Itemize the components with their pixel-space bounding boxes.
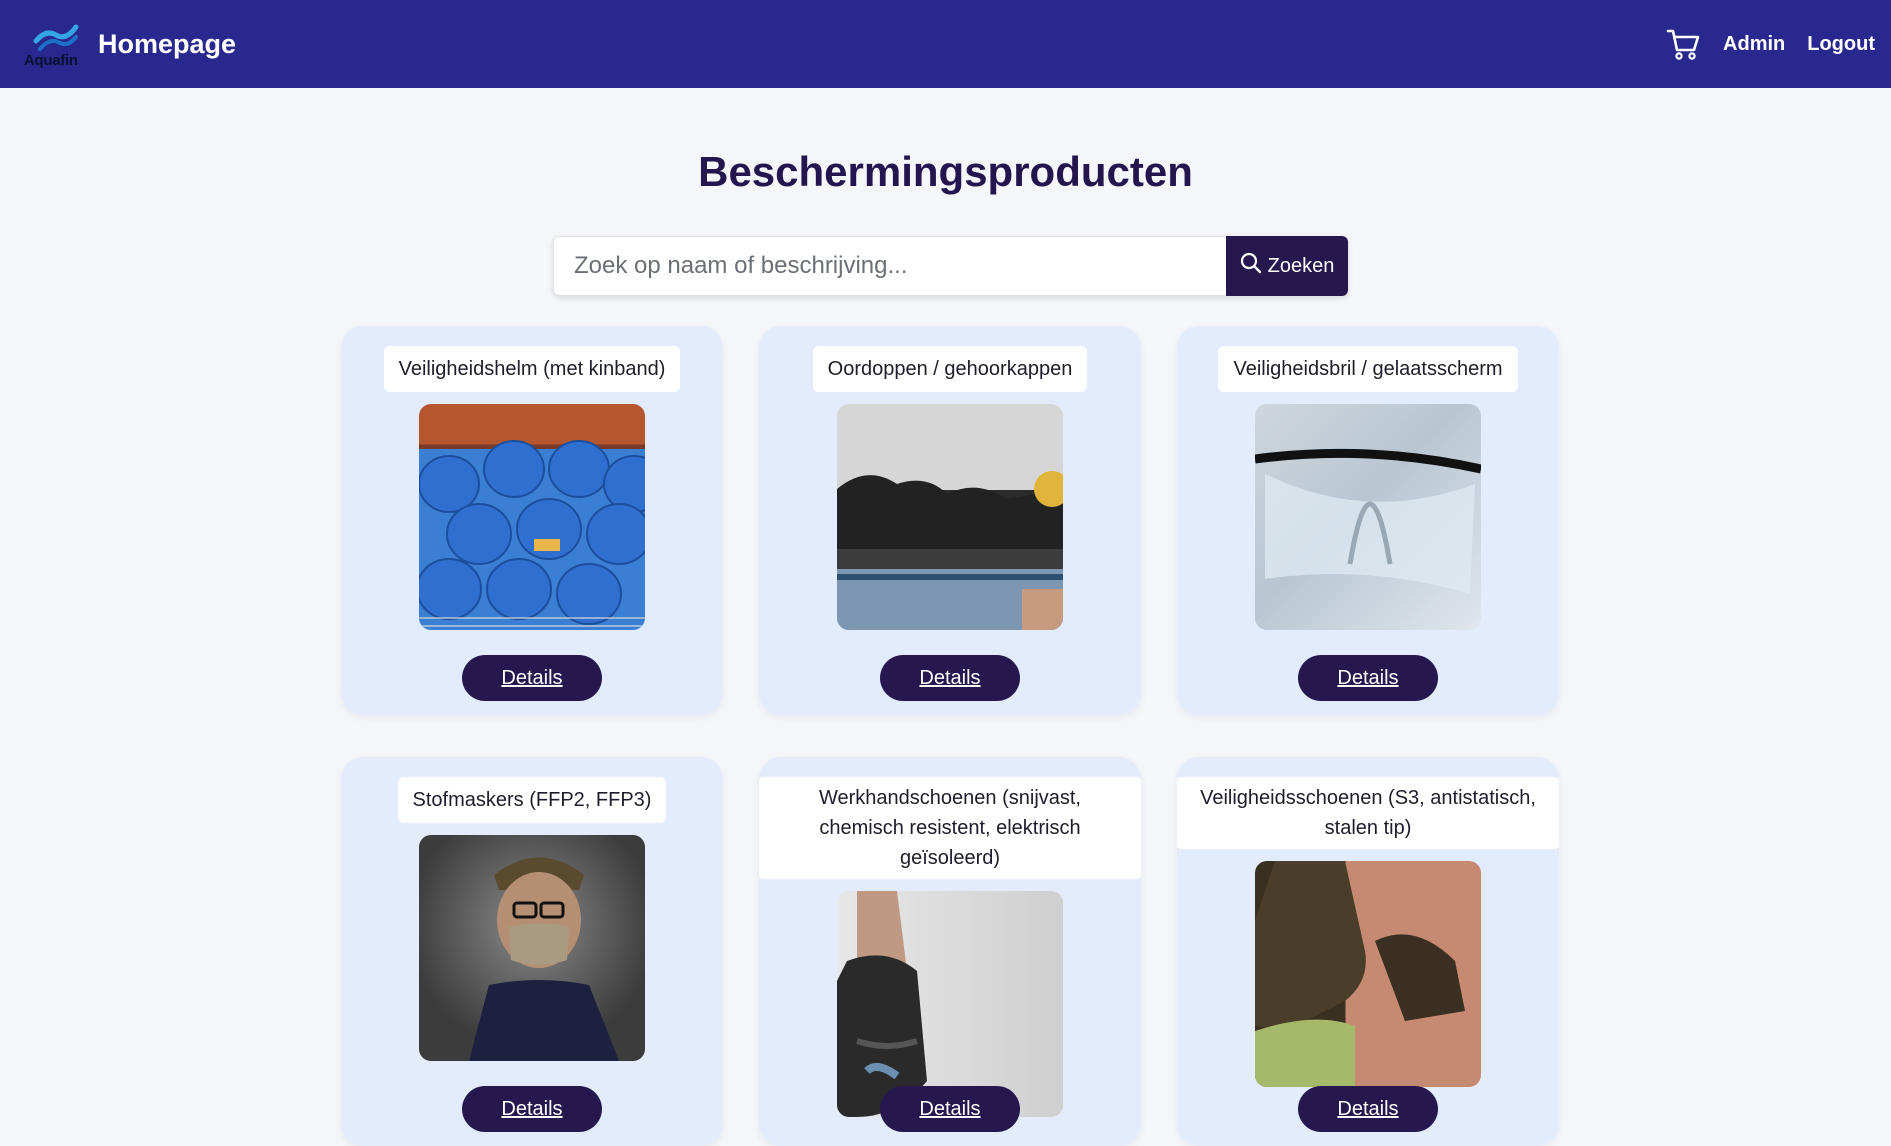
- product-image-shoes: [1255, 861, 1481, 1087]
- search-icon: [1240, 252, 1262, 280]
- product-grid: Veiligheidshelm (met kinband) Details Oo…: [341, 326, 1560, 1146]
- cart-icon[interactable]: [1665, 26, 1701, 62]
- product-name: Stofmaskers (FFP2, FFP3): [397, 777, 667, 823]
- home-link[interactable]: Aquafin Homepage: [22, 19, 236, 69]
- search-bar: Zoeken: [553, 236, 1348, 296]
- product-name: Veiligheidsbril / gelaatsscherm: [1218, 346, 1518, 392]
- details-button[interactable]: Details: [462, 655, 602, 701]
- product-card: Oordoppen / gehoorkappen Details: [759, 326, 1141, 715]
- details-button[interactable]: Details: [1298, 655, 1438, 701]
- product-card: Veiligheidsschoenen (S3, antistatisch, s…: [1177, 757, 1559, 1146]
- details-button[interactable]: Details: [880, 655, 1020, 701]
- admin-link[interactable]: Admin: [1723, 33, 1785, 56]
- homepage-title: Homepage: [98, 28, 237, 59]
- logout-link[interactable]: Logout: [1807, 33, 1875, 56]
- product-card: Veiligheidshelm (met kinband) Details: [341, 326, 723, 715]
- product-name: Veiligheidsschoenen (S3, antistatisch, s…: [1177, 777, 1559, 849]
- product-image-mask: [419, 835, 645, 1061]
- product-image-glasses: [1255, 404, 1481, 630]
- product-name: Oordoppen / gehoorkappen: [812, 346, 1088, 392]
- product-image-gloves: [837, 891, 1063, 1117]
- product-name: Werkhandschoenen (snijvast, chemisch res…: [759, 777, 1141, 879]
- product-name: Veiligheidshelm (met kinband): [383, 346, 681, 392]
- details-button[interactable]: Details: [1298, 1086, 1438, 1132]
- nav-actions: Admin Logout: [1665, 26, 1875, 62]
- search-button[interactable]: Zoeken: [1226, 236, 1348, 296]
- product-card: Werkhandschoenen (snijvast, chemisch res…: [759, 757, 1141, 1146]
- product-card: Stofmaskers (FFP2, FFP3) Details: [341, 757, 723, 1146]
- details-button[interactable]: Details: [880, 1086, 1020, 1132]
- search-input[interactable]: [553, 236, 1226, 296]
- aquafin-logo: Aquafin: [22, 19, 88, 69]
- product-image-boat: [837, 404, 1063, 630]
- details-button[interactable]: Details: [462, 1086, 602, 1132]
- product-card: Veiligheidsbril / gelaatsscherm Details: [1177, 326, 1559, 715]
- search-button-label: Zoeken: [1267, 254, 1335, 277]
- logo-text: Aquafin: [24, 52, 78, 69]
- product-image-helmets: [419, 404, 645, 630]
- page-title: Beschermingsproducten: [698, 148, 1193, 195]
- navbar: Aquafin Homepage Admin Logout: [0, 0, 1891, 88]
